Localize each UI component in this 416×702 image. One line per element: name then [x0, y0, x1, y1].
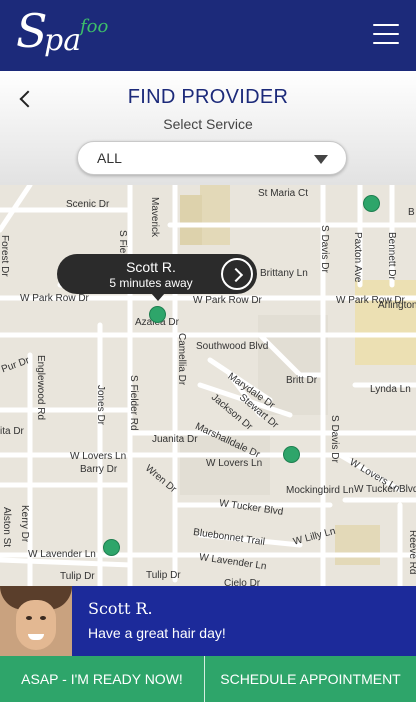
street-label: ita Dr	[0, 426, 24, 437]
street-label: Britt Dr	[286, 375, 318, 386]
select-service-label: Select Service	[163, 116, 253, 132]
callout-provider-name: Scott R.	[126, 259, 176, 275]
map[interactable]: Scenic Dr Maverick St Maria Ct S Fielder…	[0, 185, 416, 586]
logo-pa: pa	[44, 23, 82, 58]
page-title: FIND PROVIDER	[127, 86, 289, 108]
street-label: Brittany Ln	[260, 268, 308, 279]
spafoo-logo[interactable]: S pa foo	[16, 4, 116, 62]
street-label: Englewood Rd	[35, 355, 46, 421]
street-label: Alston St	[1, 507, 12, 548]
logo-foo: foo	[80, 16, 109, 37]
street-label: Bennett Dr	[386, 232, 397, 280]
street-label: Kerry Dr	[19, 505, 30, 543]
street-label: Camellia Dr	[176, 333, 187, 386]
street-label: Paxton Ave	[352, 232, 363, 283]
provider-name: Scott R.	[88, 599, 153, 618]
provider-marker[interactable]	[103, 539, 120, 556]
action-bar: ASAP - I'M READY NOW! SCHEDULE APPOINTME…	[0, 656, 416, 702]
street-label: Tulip Dr	[146, 570, 181, 581]
hamburger-icon[interactable]	[373, 24, 399, 44]
street-label: Maverick	[149, 197, 160, 238]
street-label: Southwood Blvd	[196, 341, 269, 352]
street-label: Juanita Dr	[152, 434, 198, 445]
callout-eta: 5 minutes away	[109, 276, 193, 290]
provider-card[interactable]: Scott R. Have a great hair day!	[0, 586, 416, 656]
street-label: W Lavender Ln	[28, 549, 96, 560]
street-label: W Lovers Ln	[70, 451, 127, 462]
street-label: Jones Dr	[95, 385, 106, 426]
street-label: W Tucker Blvd	[354, 484, 416, 495]
street-label: W Lovers Ln	[206, 458, 263, 469]
schedule-appointment-button[interactable]: SCHEDULE APPOINTMENT	[205, 656, 416, 702]
street-label: W Park Row Dr	[193, 295, 262, 306]
provider-marker[interactable]	[283, 446, 300, 463]
street-label: Arlington	[378, 300, 416, 311]
asap-button[interactable]: ASAP - I'M READY NOW!	[0, 656, 204, 702]
street-label: W Park Row Dr	[20, 293, 89, 304]
street-label: B	[408, 207, 415, 218]
street-label: S Davis Dr	[319, 225, 330, 273]
provider-message: Have a great hair day!	[88, 625, 226, 641]
provider-callout[interactable]: Scott R. 5 minutes away	[57, 254, 257, 301]
avatar	[0, 586, 72, 656]
service-select[interactable]: ALL	[77, 141, 347, 175]
logo-s: S	[16, 4, 48, 58]
street-label: Cielo Dr	[224, 578, 261, 586]
find-provider-panel: FIND PROVIDER Select Service ALL	[0, 71, 416, 185]
street-label: Mockingbird Ln	[286, 485, 354, 496]
street-label: Reeve Rd	[407, 530, 416, 575]
street-label: Scenic Dr	[66, 199, 110, 210]
chevron-right-icon[interactable]	[221, 258, 253, 290]
provider-marker[interactable]	[363, 195, 380, 212]
street-label: Barry Dr	[80, 464, 118, 475]
caret-down-icon	[314, 155, 328, 164]
street-label: Tulip Dr	[60, 571, 95, 582]
street-label: S Fielder Rd	[128, 375, 139, 431]
street-label: St Maria Ct	[258, 188, 309, 199]
provider-marker[interactable]	[149, 306, 166, 323]
street-label: Lynda Ln	[370, 384, 411, 395]
top-bar: S pa foo	[0, 0, 416, 71]
street-label: S Davis Dr	[329, 415, 340, 463]
service-select-value: ALL	[97, 150, 122, 166]
street-label: Forest Dr	[0, 235, 10, 277]
